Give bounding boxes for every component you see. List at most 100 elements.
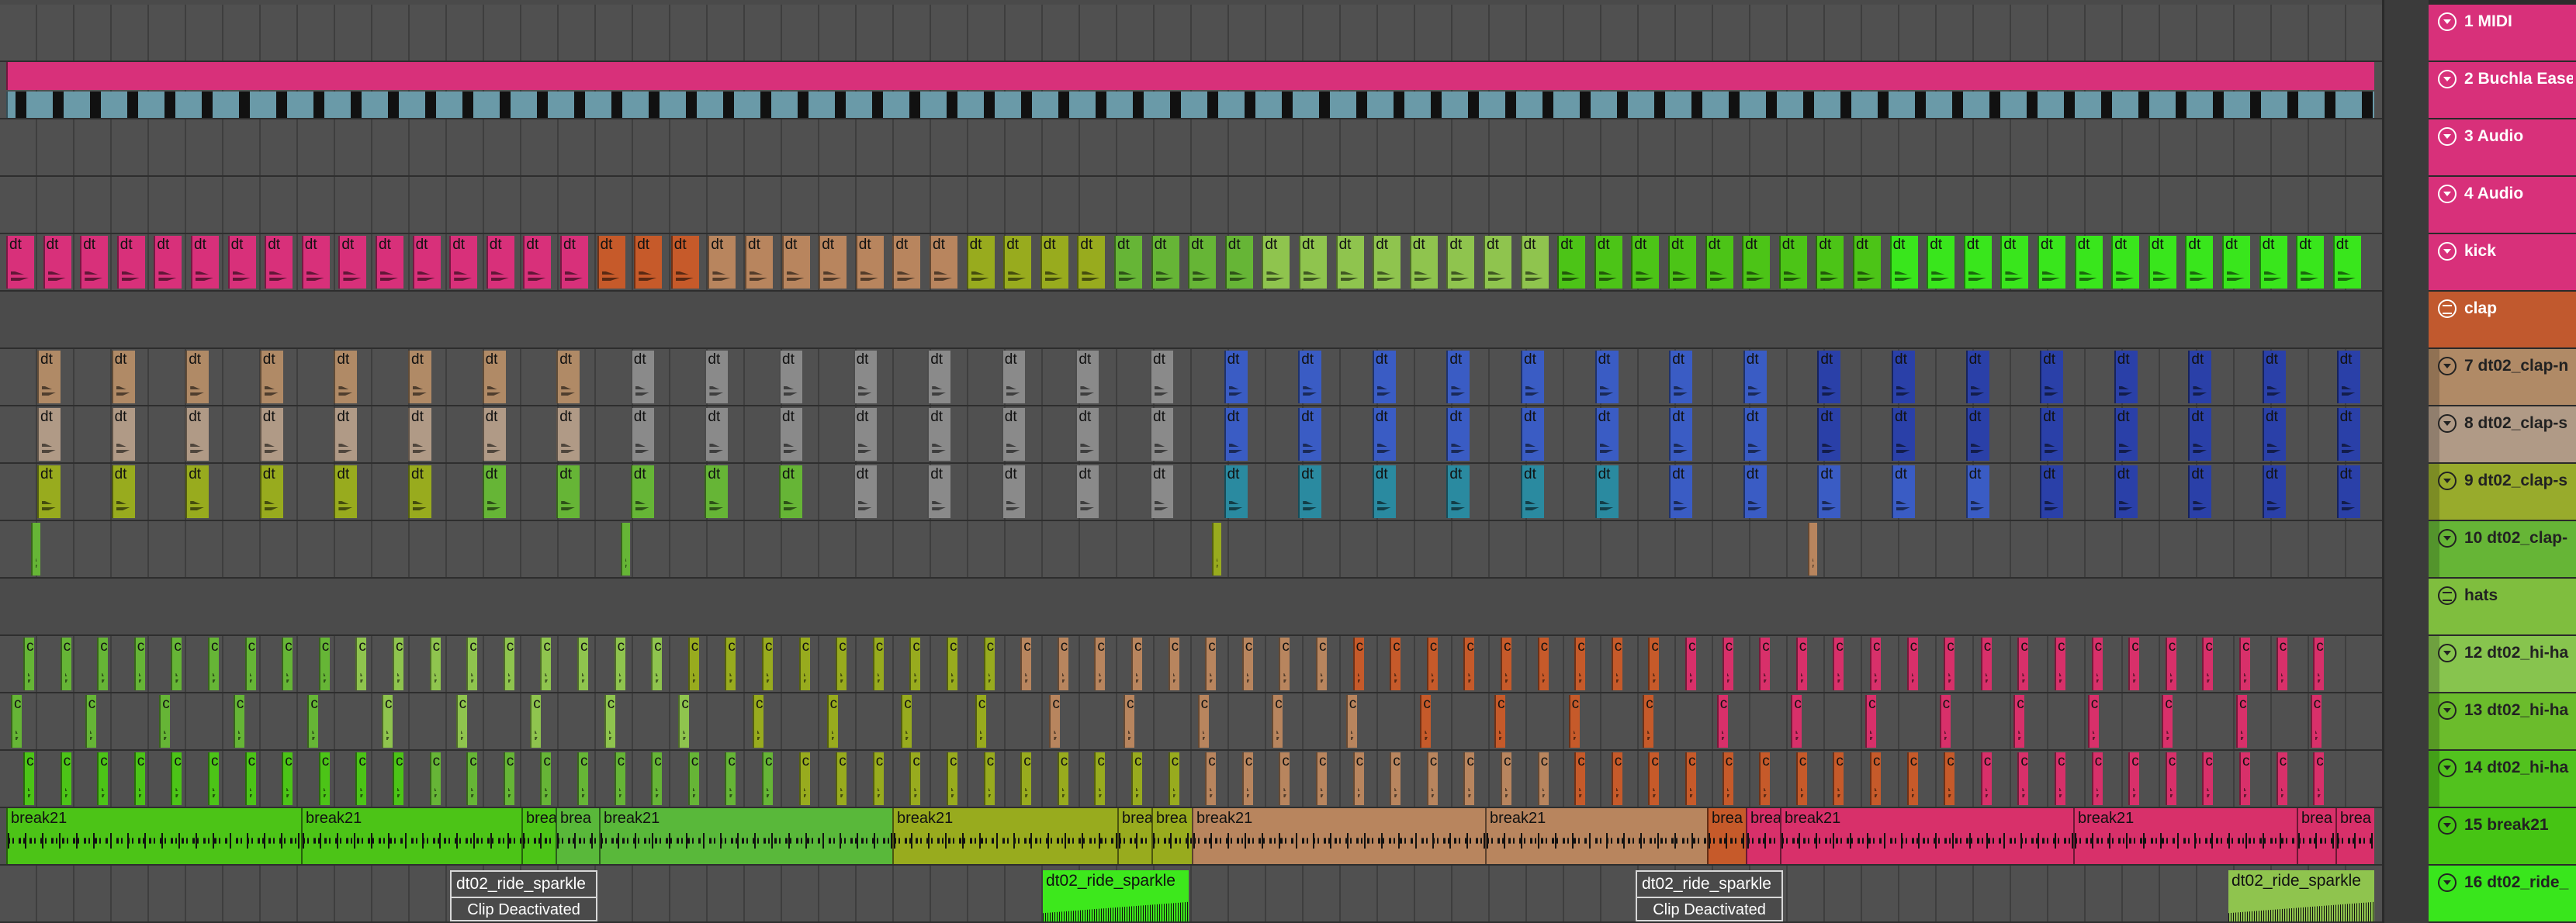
clap-clip[interactable]: dt (1743, 465, 1767, 518)
hat-clip[interactable]: c (1463, 638, 1475, 690)
hat-clip[interactable]: c (2055, 638, 2065, 690)
clap-clip[interactable]: dt (705, 465, 729, 518)
kick-clip[interactable]: dt (1188, 236, 1217, 289)
hat-clip[interactable]: c (2310, 695, 2322, 748)
clap-clip[interactable]: dt (1594, 351, 1619, 403)
hat-clip[interactable]: c (2202, 638, 2214, 690)
track-fold-icon[interactable] (2438, 357, 2457, 375)
hat-clip[interactable]: c (1057, 638, 1068, 690)
clap-clip[interactable]: dt (1817, 465, 1841, 518)
clap-clip[interactable]: dt (334, 351, 358, 403)
track-fold-icon[interactable] (2438, 644, 2457, 662)
hat-clip[interactable]: c (1944, 752, 1955, 805)
clap-clip[interactable]: dt (1669, 465, 1693, 518)
hat-clip[interactable]: c (2165, 638, 2176, 690)
kick-clip[interactable]: dt (892, 236, 921, 289)
hat-clip[interactable]: c (614, 752, 625, 805)
group-fold-icon[interactable] (2438, 299, 2457, 318)
clap-clip[interactable]: dt (1446, 465, 1470, 518)
track-header-16[interactable]: 16 dt02_ride_ (2429, 866, 2576, 923)
hat-clip[interactable]: c (1906, 752, 1918, 805)
clap-clip[interactable]: dt (1001, 351, 1025, 403)
hat-clip[interactable]: c (2313, 638, 2325, 690)
kick-clip[interactable]: dt (1262, 236, 1290, 289)
clap-clip[interactable]: dt (37, 408, 61, 461)
clap-clip[interactable]: dt (1298, 408, 1322, 461)
clap-clip[interactable]: dt (1001, 465, 1025, 518)
hat-clip[interactable]: c (1537, 638, 1549, 690)
clap-clip[interactable]: dt (111, 408, 135, 461)
ride-clip-deactivated[interactable]: dt02_ride_sparkle Clip Deactivated (1636, 870, 1783, 921)
track-lane-11[interactable] (0, 579, 2382, 636)
clap-clip[interactable]: dt (705, 408, 729, 461)
kick-clip[interactable]: dt (966, 236, 995, 289)
kick-clip[interactable]: dt (449, 236, 478, 289)
hat-clip[interactable]: c (2087, 695, 2099, 748)
break21-clip[interactable]: brea (1151, 808, 1192, 864)
clap-clip[interactable]: dt (185, 408, 209, 461)
clap-clip[interactable]: dt (927, 465, 951, 518)
hat-clip[interactable]: c (1494, 695, 1505, 748)
hat-clip[interactable]: c (318, 638, 330, 690)
clap-clip[interactable]: dt (1372, 465, 1396, 518)
track-lane-7[interactable]: dt dt dt dt dt dt dt dt dt dt dt dt dt dt dt dt dt dt dt dt… (0, 349, 2382, 406)
clap-clip[interactable]: dt (2263, 351, 2286, 403)
group-fold-icon[interactable] (2438, 586, 2457, 605)
kick-clip[interactable]: dt (1668, 236, 1696, 289)
track-header-11[interactable]: hats (2429, 579, 2576, 636)
track-fold-icon[interactable] (2438, 701, 2457, 720)
clap-clip[interactable]: dt (927, 408, 951, 461)
clap-clip[interactable]: dt (2263, 408, 2286, 461)
clap-clip[interactable]: dt (1521, 408, 1544, 461)
hat-clip[interactable]: c (1716, 695, 1728, 748)
hat-clip[interactable]: c (1501, 638, 1511, 690)
clap-clip[interactable]: dt (1075, 408, 1099, 461)
clap-clip[interactable]: dt (2040, 351, 2064, 403)
track-fold-icon[interactable] (2438, 529, 2457, 548)
break21-clip[interactable]: break21 (599, 808, 892, 864)
hat-clip[interactable]: c (307, 695, 319, 748)
hat-clip[interactable]: c (687, 638, 699, 690)
track-lane-13[interactable]: cccccccccccccccccccccccccccccccc (0, 693, 2382, 751)
hat-clip[interactable]: c (244, 752, 256, 805)
hat-clip[interactable]: c (97, 752, 109, 805)
track-lane-6[interactable] (0, 292, 2382, 349)
hat-clip[interactable]: c (1197, 695, 1209, 748)
clap-clip[interactable]: dt (1892, 465, 1915, 518)
hat-clip[interactable]: c (11, 695, 22, 748)
hat-clip[interactable]: c (23, 638, 34, 690)
track-header-4[interactable]: 4 Audio (2429, 177, 2576, 234)
hat-clip[interactable]: c (2276, 752, 2287, 805)
clap-clip[interactable]: dt (779, 465, 802, 518)
track-fold-icon[interactable] (2438, 242, 2457, 261)
midi-clip-buchla-notes[interactable] (6, 92, 2374, 118)
clap-clip[interactable]: dt (1594, 408, 1619, 461)
hat-clip[interactable]: c (393, 638, 403, 690)
track-header-9[interactable]: 9 dt02_clap-s (2429, 464, 2576, 521)
clap-clip[interactable]: dt (853, 465, 877, 518)
clap-clip[interactable]: dt (2040, 465, 2064, 518)
track-lane-12[interactable]: cccccccccccccccccccccccccccccccccccccccc… (0, 636, 2382, 693)
track-lane-8[interactable]: dt dt dt dt dt dt dt dt dt dt dt dt dt dt dt dt dt dt dt dt… (0, 406, 2382, 464)
track-header-1[interactable]: 1 MIDI (2429, 5, 2576, 62)
kick-clip[interactable]: dt (1520, 236, 1549, 289)
kick-clip[interactable]: dt (1889, 236, 1918, 289)
track-header-15[interactable]: 15 break21 (2429, 808, 2576, 866)
kick-clip[interactable]: dt (154, 236, 182, 289)
kick-clip[interactable]: dt (560, 236, 588, 289)
kick-clip[interactable]: dt (745, 236, 773, 289)
break21-clip[interactable]: brea (2335, 808, 2374, 864)
clap-clip[interactable]: dt (37, 465, 61, 518)
hat-clip[interactable]: c (604, 695, 615, 748)
hat-clip[interactable]: c (1168, 752, 1179, 805)
hat-clip[interactable]: c (577, 638, 588, 690)
hat-clip[interactable]: c (2128, 638, 2140, 690)
hat-clip[interactable]: c (60, 638, 71, 690)
clap-clip[interactable]: dt (1669, 351, 1693, 403)
kick-clip[interactable]: dt (1299, 236, 1327, 289)
hat-clip[interactable]: c (1205, 752, 1217, 805)
clap-clip[interactable]: dt (1965, 351, 1989, 403)
track-fold-icon[interactable] (2438, 185, 2457, 203)
hat-clip[interactable]: c (1939, 695, 1951, 748)
clap-clip[interactable]: dt (334, 465, 358, 518)
